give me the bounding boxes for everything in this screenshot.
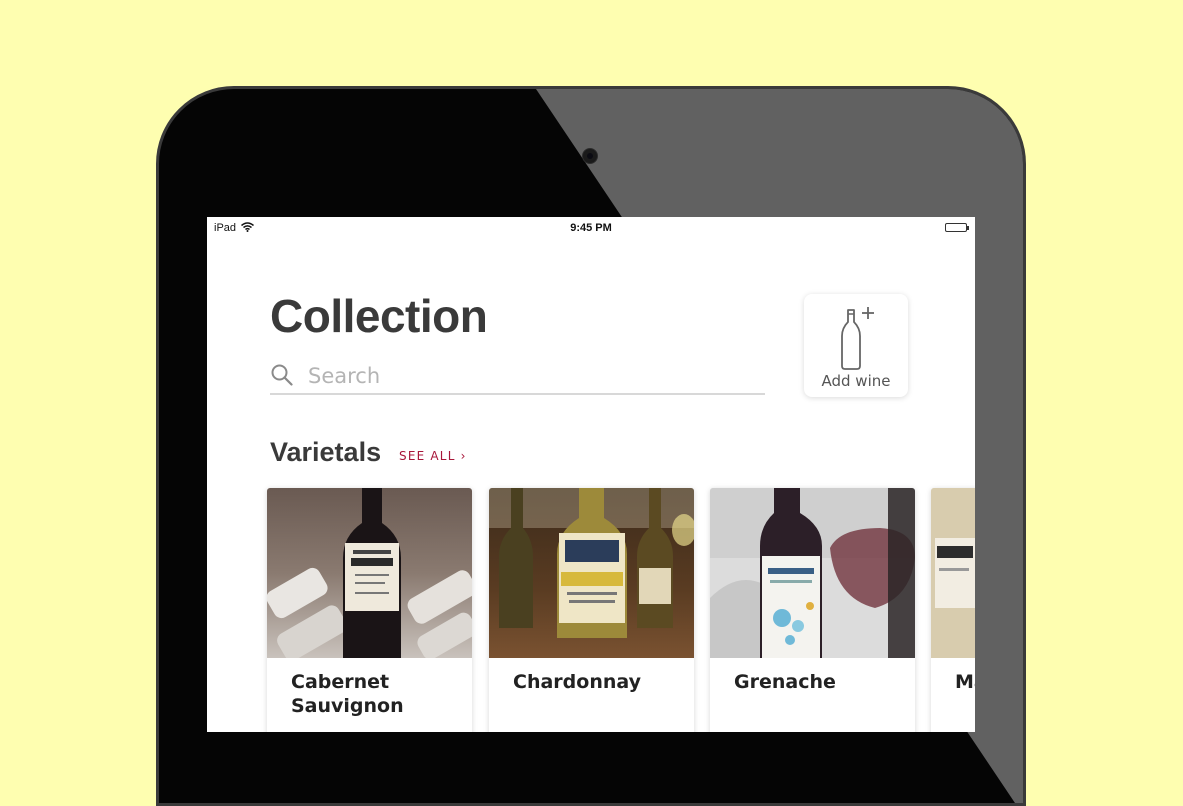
varietal-card-chardonnay[interactable]: Chardonnay: [489, 488, 694, 732]
add-wine-button[interactable]: Add wine: [804, 294, 908, 397]
varietal-photo: [710, 488, 915, 658]
varietal-card-partial[interactable]: Ma: [931, 488, 975, 732]
app-screen: iPad 9:45 PM Collection A: [207, 217, 975, 732]
search-bar[interactable]: [270, 359, 765, 395]
varietal-name: Ma: [955, 671, 975, 693]
search-input[interactable]: [306, 359, 750, 393]
varietal-photo: [267, 488, 472, 658]
search-icon: [270, 363, 294, 391]
status-bar: iPad 9:45 PM: [207, 217, 975, 239]
varietal-name: Chardonnay: [513, 671, 641, 693]
varietals-carousel[interactable]: Cabernet Sauvignon Chardonnay Grenache M: [267, 488, 975, 732]
add-wine-label: Add wine: [821, 372, 891, 390]
chevron-right-icon: ›: [460, 449, 467, 463]
varietal-photo: [489, 488, 694, 658]
varietals-title: Varietals: [270, 437, 382, 467]
varietal-photo: [931, 488, 975, 658]
wine-bottle-add-icon: [841, 307, 874, 370]
see-all-link[interactable]: SEE ALL ›: [399, 449, 467, 463]
see-all-label: SEE ALL: [399, 449, 456, 463]
front-camera: [582, 148, 598, 164]
varietal-name: Grenache: [734, 671, 836, 693]
status-time: 9:45 PM: [570, 222, 612, 234]
varietal-card-grenache[interactable]: Grenache: [710, 488, 915, 732]
battery-icon: [945, 223, 969, 232]
varietal-card-cabernet-sauvignon[interactable]: Cabernet Sauvignon: [267, 488, 472, 732]
page-title: Collection: [270, 290, 488, 342]
varietal-name: Cabernet Sauvignon: [291, 671, 404, 717]
